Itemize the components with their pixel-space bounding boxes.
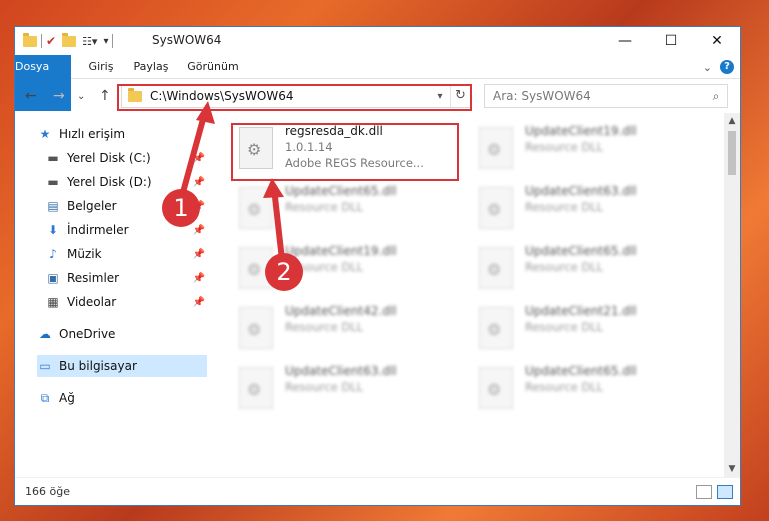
step-badge-2: 2 <box>265 253 303 291</box>
arrow-1-head <box>196 101 215 124</box>
step-badge-1: 1 <box>162 189 200 227</box>
annotation-arrows <box>179 101 285 261</box>
arrow-1-shaft <box>179 111 208 197</box>
arrow-2-shaft <box>271 187 285 261</box>
arrow-2-head <box>263 178 284 198</box>
